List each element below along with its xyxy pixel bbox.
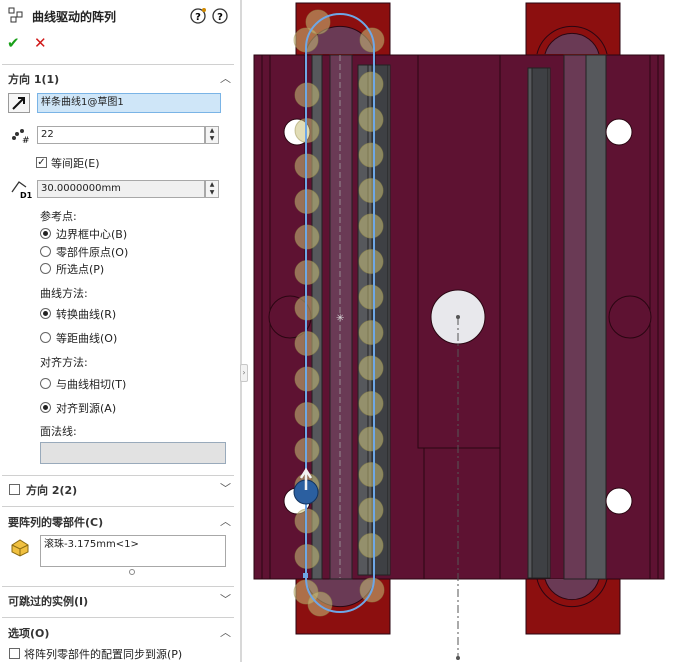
chevron-up-icon[interactable]: ︿	[220, 70, 231, 86]
instances-icon: #	[12, 129, 30, 145]
sync-config-checkbox[interactable]	[9, 648, 20, 659]
pattern-ball	[358, 178, 384, 203]
pattern-ball	[358, 284, 384, 310]
pattern-ball	[358, 320, 384, 345]
svg-text:D1: D1	[20, 191, 33, 200]
pattern-ball	[358, 71, 384, 97]
ref-component-origin-radio[interactable]	[40, 246, 51, 257]
transform-curve-radio[interactable]	[40, 308, 51, 319]
ref-bbox-center-label: 边界框中心(B)	[56, 228, 128, 241]
chevron-down-icon[interactable]: ﹀	[220, 591, 231, 607]
svg-text:✳: ✳	[336, 313, 344, 324]
svg-text:?: ?	[195, 12, 201, 23]
resize-handle-icon[interactable]	[128, 568, 136, 576]
ref-component-origin-label: 零部件原点(O)	[56, 246, 129, 259]
align-to-seed-label: 对齐到源(A)	[56, 402, 117, 415]
svg-text:#: #	[22, 136, 30, 145]
tangent-to-curve-label: 与曲线相切(T)	[56, 378, 127, 391]
ref-selected-point-radio[interactable]	[40, 263, 51, 274]
pattern-ball	[358, 533, 384, 558]
curve-method-label: 曲线方法:	[40, 287, 88, 300]
spacing-field[interactable]: 30.0000000mm	[37, 180, 205, 198]
curve-endpoint[interactable]	[303, 573, 308, 578]
face-normal-label: 面法线:	[40, 425, 77, 438]
chevron-up-icon[interactable]: ︿	[220, 513, 231, 529]
direction1-title[interactable]: 方向 1(1)	[8, 71, 59, 87]
offset-curve-label: 等距曲线(O)	[56, 332, 118, 345]
ok-check-icon[interactable]: ✔	[7, 34, 20, 52]
tangent-to-curve-radio[interactable]	[40, 378, 51, 389]
chevron-down-icon[interactable]: ﹀	[220, 480, 231, 496]
help-icon[interactable]: ?	[212, 8, 228, 24]
chevron-up-icon[interactable]: ︿	[220, 624, 231, 640]
pattern-ball	[358, 426, 384, 452]
curve-field[interactable]: 样条曲线1@草图1	[37, 93, 221, 113]
pattern-ball	[359, 27, 385, 53]
panel-title: 曲线驱动的阵列	[32, 10, 117, 24]
pattern-ball	[358, 249, 384, 274]
options-title[interactable]: 选项(O)	[8, 625, 49, 641]
curve-pattern-icon	[8, 7, 23, 23]
reference-point-label: 参考点:	[40, 210, 77, 223]
graphics-viewport[interactable]: ✳	[248, 0, 682, 662]
components-title[interactable]: 要阵列的零部件(C)	[8, 514, 103, 530]
components-list[interactable]: 滚珠-3.175mm<1>	[40, 535, 226, 567]
pattern-ball	[358, 391, 384, 416]
pattern-ball	[358, 497, 384, 523]
instance-count-field[interactable]: 22	[37, 126, 205, 144]
component-icon	[11, 539, 29, 557]
collapse-panel-handle[interactable]: ›	[240, 364, 248, 382]
curve-select-icon[interactable]	[8, 93, 30, 113]
align-to-seed-radio[interactable]	[40, 402, 51, 413]
direction2-checkbox[interactable]	[9, 484, 20, 495]
pattern-ball	[358, 107, 384, 132]
face-normal-field[interactable]	[40, 442, 226, 464]
offset-curve-radio[interactable]	[40, 332, 51, 343]
pattern-ball	[358, 142, 384, 168]
skip-instances-title[interactable]: 可跳过的实例(I)	[8, 593, 88, 609]
property-manager: 曲线驱动的阵列 ? ? ✔ ✕ 方向 1(1) ︿ 样条曲线1@草图1 # 22…	[0, 0, 240, 662]
spacing-spinner[interactable]: ▲ ▼	[205, 180, 219, 198]
pattern-ball	[358, 213, 384, 239]
sync-config-label: 将阵列零部件的配置同步到源(P)	[24, 648, 183, 661]
component-item[interactable]: 滚珠-3.175mm<1>	[44, 539, 139, 550]
help-info-icon[interactable]: ?	[190, 8, 206, 24]
direction2-title[interactable]: 方向 2(2)	[26, 482, 77, 498]
transform-curve-label: 转换曲线(R)	[56, 308, 117, 321]
ref-bbox-center-radio[interactable]	[40, 228, 51, 239]
cancel-x-icon[interactable]: ✕	[34, 34, 47, 52]
svg-text:?: ?	[217, 12, 223, 23]
spacing-icon: D1	[11, 181, 33, 200]
pattern-ball	[358, 462, 384, 487]
equal-spacing-checkbox[interactable]: ✓	[36, 157, 47, 168]
count-spinner[interactable]: ▲ ▼	[205, 126, 219, 144]
align-method-label: 对齐方法:	[40, 356, 88, 369]
panel-splitter[interactable]	[240, 0, 242, 662]
pattern-ball	[358, 355, 384, 381]
equal-spacing-label: 等间距(E)	[51, 157, 100, 170]
ref-selected-point-label: 所选点(P)	[56, 263, 105, 276]
